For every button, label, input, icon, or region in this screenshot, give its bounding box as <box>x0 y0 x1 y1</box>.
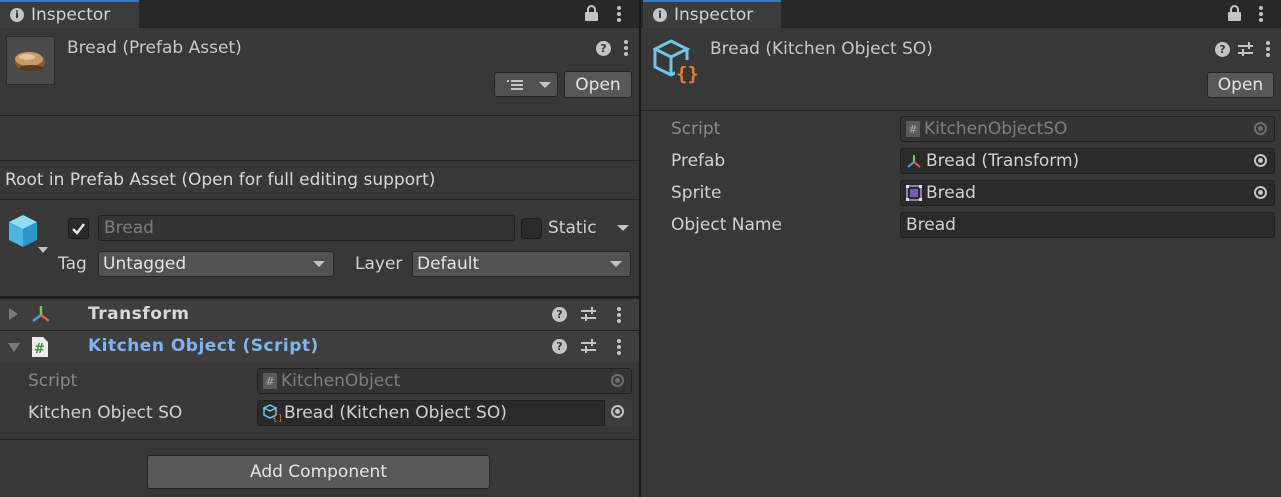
lock-icon[interactable] <box>1228 5 1242 21</box>
layer-dropdown[interactable]: Default <box>412 251 631 277</box>
object-name-input[interactable]: Bread <box>900 212 1275 238</box>
active-checkbox[interactable] <box>68 218 89 239</box>
script-value: KitchenObject <box>281 371 401 391</box>
chevron-down-icon <box>539 82 551 88</box>
checkmark-icon <box>72 223 85 235</box>
object-picker-button[interactable] <box>604 400 632 426</box>
transform-axes-icon <box>907 155 921 168</box>
help-icon[interactable]: ? <box>552 307 567 322</box>
script-hash-icon: # <box>32 337 48 357</box>
object-picker-icon <box>611 374 624 387</box>
scriptable-object-icon: {} <box>263 404 281 422</box>
script-label: Script <box>28 371 78 391</box>
gameobject-name-field[interactable]: Bread <box>98 215 515 241</box>
static-checkbox[interactable] <box>521 218 542 239</box>
kebab-menu-icon[interactable] <box>1266 41 1270 57</box>
left-inspector-panel: i Inspector Bread (Prefab Asset) ? Open … <box>0 0 639 497</box>
svg-text:{}: {} <box>272 414 281 422</box>
component-kitchen-object-header[interactable]: # Kitchen Object (Script) ? <box>0 330 639 363</box>
help-icon[interactable]: ? <box>596 41 611 56</box>
kebab-menu-icon[interactable] <box>617 339 621 355</box>
kebab-menu-icon[interactable] <box>617 6 621 22</box>
tab-label: Inspector <box>31 5 111 25</box>
info-icon: i <box>653 8 667 22</box>
svg-text:#: # <box>34 342 45 357</box>
help-icon[interactable]: ? <box>552 339 567 354</box>
tag-value: Untagged <box>103 254 187 274</box>
static-dropdown-chevron-icon[interactable] <box>617 225 629 231</box>
open-button[interactable]: Open <box>1207 72 1274 98</box>
sprite-icon <box>906 185 922 201</box>
layer-label: Layer <box>355 254 403 274</box>
sliders-icon[interactable] <box>1238 42 1253 57</box>
scriptable-object-icon: {} <box>653 39 699 85</box>
sliders-icon[interactable] <box>581 307 596 322</box>
svg-text:{}: {} <box>676 63 699 85</box>
script-hash-icon: # <box>906 121 920 137</box>
tab-inspector[interactable]: i Inspector <box>0 0 139 28</box>
kebab-menu-icon[interactable] <box>1259 6 1263 22</box>
tab-label: Inspector <box>674 5 754 25</box>
foldout-expanded-icon[interactable] <box>8 343 20 352</box>
kitchen-object-so-value: Bread (Kitchen Object SO) <box>284 403 507 423</box>
kitchen-object-so-label: Kitchen Object SO <box>28 403 183 423</box>
overrides-dropdown[interactable] <box>494 72 558 97</box>
add-component-button[interactable]: Add Component <box>147 455 490 489</box>
object-picker-icon[interactable] <box>1254 186 1267 199</box>
tag-label: Tag <box>58 254 87 274</box>
bread-image <box>15 52 45 71</box>
prefab-field[interactable]: Bread (Transform) <box>900 148 1275 174</box>
script-field: # KitchenObject <box>257 368 632 394</box>
script-value: KitchenObjectSO <box>924 119 1068 139</box>
kebab-menu-icon[interactable] <box>617 307 621 323</box>
cube-icon <box>9 215 48 253</box>
component-transform-header[interactable]: Transform ? <box>0 296 639 329</box>
open-prefab-button[interactable]: Open <box>564 71 632 98</box>
tag-dropdown[interactable]: Untagged <box>98 251 334 277</box>
component-title: Transform <box>88 304 190 324</box>
tab-bar: i Inspector <box>641 0 1281 28</box>
root-prefab-notice: Root in Prefab Asset (Open for full edit… <box>5 170 436 190</box>
list-icon <box>507 79 523 90</box>
script-field: # KitchenObjectSO <box>900 116 1275 142</box>
sprite-field[interactable]: Bread <box>900 180 1275 206</box>
prefab-thumbnail <box>6 36 55 85</box>
lock-icon[interactable] <box>585 5 599 21</box>
kebab-menu-icon[interactable] <box>624 40 628 56</box>
foldout-collapsed-icon[interactable] <box>9 308 18 320</box>
object-picker-icon <box>611 405 624 418</box>
object-picker-icon[interactable] <box>1254 154 1267 167</box>
tab-inspector[interactable]: i Inspector <box>643 0 781 28</box>
gameobject-icon-button[interactable] <box>7 213 51 255</box>
object-picker-icon <box>1254 122 1267 135</box>
script-label: Script <box>671 119 721 139</box>
info-icon: i <box>10 8 24 22</box>
tab-bar: i Inspector <box>0 0 639 28</box>
chevron-down-icon <box>313 261 325 267</box>
transform-axes-icon <box>32 306 50 322</box>
sprite-label: Sprite <box>671 183 722 203</box>
help-icon[interactable]: ? <box>1215 42 1230 57</box>
object-name-label: Object Name <box>671 215 782 235</box>
layer-value: Default <box>417 254 480 274</box>
right-inspector-panel: i Inspector {} Bread (Kitchen Object SO)… <box>641 0 1281 497</box>
component-title: Kitchen Object (Script) <box>88 336 319 356</box>
kitchen-object-so-field[interactable]: {} Bread (Kitchen Object SO) <box>257 400 632 426</box>
sprite-value: Bread <box>926 183 976 203</box>
prefab-value: Bread (Transform) <box>926 151 1080 171</box>
sliders-icon[interactable] <box>581 339 596 354</box>
static-label: Static <box>548 218 597 238</box>
asset-title: Bread (Kitchen Object SO) <box>710 39 933 59</box>
script-hash-icon: # <box>263 373 277 389</box>
prefab-label: Prefab <box>671 151 726 171</box>
chevron-down-icon <box>610 261 622 267</box>
asset-title: Bread (Prefab Asset) <box>67 38 242 58</box>
